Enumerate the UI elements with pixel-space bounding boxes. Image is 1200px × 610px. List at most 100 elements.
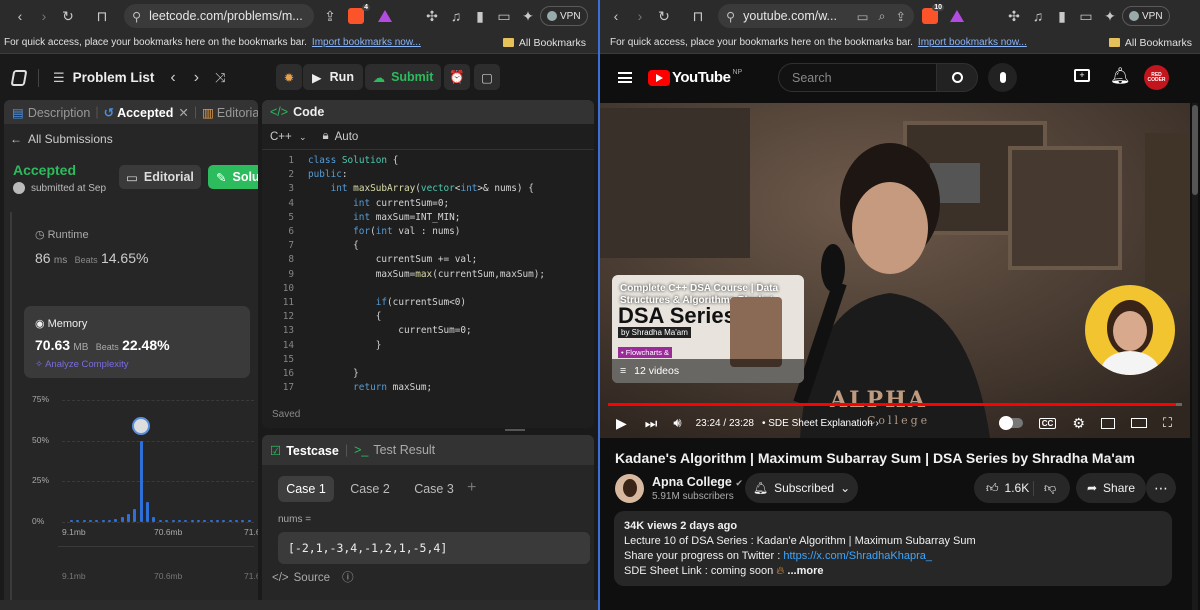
next-icon[interactable]: ⏭︎ [645,415,658,432]
chapter-button[interactable]: • SDE Sheet Explanation › [762,418,879,429]
back-icon[interactable]: ‹ [604,4,628,28]
wallet-icon[interactable]: ▭ [492,4,516,28]
channel-avatar-small[interactable] [615,474,644,503]
nums-input[interactable]: [-2,1,-3,4,-1,2,1,-5,4] [278,532,590,564]
code-editor[interactable]: 1 class Solution {2 public: 3 int maxSubArr… [264,154,594,394]
share-icon[interactable]: ⇪ [318,4,342,28]
search-button[interactable] [936,63,978,92]
bookmark-icon[interactable]: ⊓ [90,4,114,28]
share-button[interactable]: ➦ Share [1076,473,1146,503]
fullscreen-icon[interactable]: ⛶ [1163,415,1172,431]
like-button[interactable]: 👍︎ 1.6K [974,480,1034,496]
volume-icon[interactable]: 🔊︎ [673,415,681,431]
video-player[interactable]: ALPHA College Complete C++ DSA Course | … [600,103,1190,438]
chart-bar[interactable] [146,502,150,522]
run-button[interactable]: ▶ Run [303,64,363,90]
all-bookmarks-button[interactable]: All Bookmarks [502,37,586,49]
description-tab[interactable]: ▤ Description [12,105,90,120]
zoom-icon[interactable]: ⌕ [879,9,886,24]
site-info-icon[interactable]: ⚲ [726,9,735,24]
sidebar-icon[interactable]: ▮ [1050,4,1074,28]
voice-search-button[interactable] [988,63,1017,92]
language-select[interactable]: C++ ⌄ [270,131,307,143]
more-actions-button[interactable]: ⋯ [1146,473,1176,503]
show-more-link[interactable]: ...more [787,565,823,577]
video-progress-bar[interactable] [608,403,1182,406]
create-icon[interactable]: + [1074,69,1090,82]
debug-button[interactable]: ✹ [276,64,302,90]
chart-bar[interactable] [70,520,73,522]
chart-bar[interactable] [101,520,105,522]
subscribed-button[interactable]: 🔔︎ Subscribed ⌄ [745,473,858,503]
cast-icon[interactable]: ▭ [857,9,869,24]
sidebar-icon[interactable]: ▮ [468,4,492,28]
media-icon[interactable]: ♫ [1026,4,1050,28]
shuffle-icon[interactable]: ⤨ [215,70,225,86]
import-bookmarks-link[interactable]: Import bookmarks now... [918,37,1027,48]
chart-bar[interactable] [215,520,219,522]
brave-rewards-icon[interactable] [950,10,964,22]
extensions-icon[interactable]: ✣ [420,4,444,28]
brave-rewards-icon[interactable] [378,10,392,22]
chart-bar[interactable] [120,517,124,522]
import-bookmarks-link[interactable]: Import bookmarks now... [312,37,421,48]
all-submissions-link[interactable]: ← All Submissions [10,132,113,146]
address-bar[interactable]: ⚲ youtube.com/w... ▭ ⌕ ⇪ [718,4,914,28]
leo-ai-icon[interactable]: ✦ [1098,4,1122,28]
all-bookmarks-button[interactable]: All Bookmarks [1108,37,1192,49]
chart-bar[interactable] [234,520,238,522]
chart-bar[interactable] [190,520,194,522]
forward-icon[interactable]: › [32,4,56,28]
problem-list-icon[interactable]: ☰ [53,70,65,86]
site-info-icon[interactable]: ⚲ [132,9,141,24]
notes-button[interactable]: ▢ [474,64,500,90]
timer-button[interactable]: ⏰ [444,64,470,90]
chart-bar[interactable] [89,520,93,522]
runtime-card[interactable]: ◷ Runtime 86 ms Beats 14.65% [26,222,252,284]
horizontal-scrollbar[interactable] [0,600,598,610]
chart-bar[interactable] [171,520,175,522]
chart-bar[interactable] [127,513,131,522]
reload-icon[interactable]: ↻ [652,4,676,28]
notifications-icon[interactable]: 🔔︎ [1110,66,1130,86]
next-problem-icon[interactable]: › [194,69,199,87]
submit-button[interactable]: ☁ Submit [365,64,441,90]
case-1-tab[interactable]: Case 1 [278,476,334,502]
extensions-icon[interactable]: ✣ [1002,4,1026,28]
search-box[interactable]: Search [778,63,936,92]
help-icon[interactable]: ⓘ [342,572,354,584]
prev-problem-icon[interactable]: ‹ [170,69,175,87]
problem-list-link[interactable]: Problem List [73,70,155,85]
chart-bar[interactable] [228,520,232,522]
accepted-tab[interactable]: ↺ Accepted [104,105,174,120]
test-result-tab[interactable]: >_ Test Result [354,443,435,457]
share-icon[interactable]: ⇪ [896,9,906,24]
vpn-button[interactable]: VPN [1122,6,1170,26]
chart-bar[interactable] [209,520,213,522]
subtitles-icon[interactable]: CC [1038,417,1057,429]
menu-icon[interactable] [618,72,632,83]
chart-bar[interactable] [82,520,86,522]
dislike-button[interactable]: 👎︎ [1034,481,1056,496]
close-tab-icon[interactable]: ✕ [178,105,188,120]
twitter-link[interactable]: https://x.com/ShradhaKhapra_ [783,550,932,562]
chart-bar[interactable] [177,520,181,522]
chart-bar[interactable] [196,520,200,522]
reload-icon[interactable]: ↻ [56,4,80,28]
channel-avatar[interactable]: RED CODER [1144,65,1169,90]
leo-ai-icon[interactable]: ✦ [516,4,540,28]
analyze-complexity-link[interactable]: ✧ Analyze Complexity [35,359,250,370]
chart-bar[interactable] [133,508,137,522]
source-link[interactable]: </> Source ⓘ [272,569,354,585]
channel-name[interactable]: Apna College ✔ [652,475,743,489]
chart-bar[interactable] [139,440,143,522]
play-icon[interactable]: ▶ [616,415,627,432]
chart-bar[interactable] [165,520,169,522]
add-case-icon[interactable]: + [467,479,476,497]
back-icon[interactable]: ‹ [8,4,32,28]
brave-shields-icon[interactable]: 4 [348,4,370,24]
vpn-button[interactable]: VPN [540,6,588,26]
testcase-tab[interactable]: ☑ Testcase [270,443,339,458]
youtube-logo[interactable]: YouTube NP [648,69,742,86]
miniplayer-icon[interactable] [1100,417,1115,429]
